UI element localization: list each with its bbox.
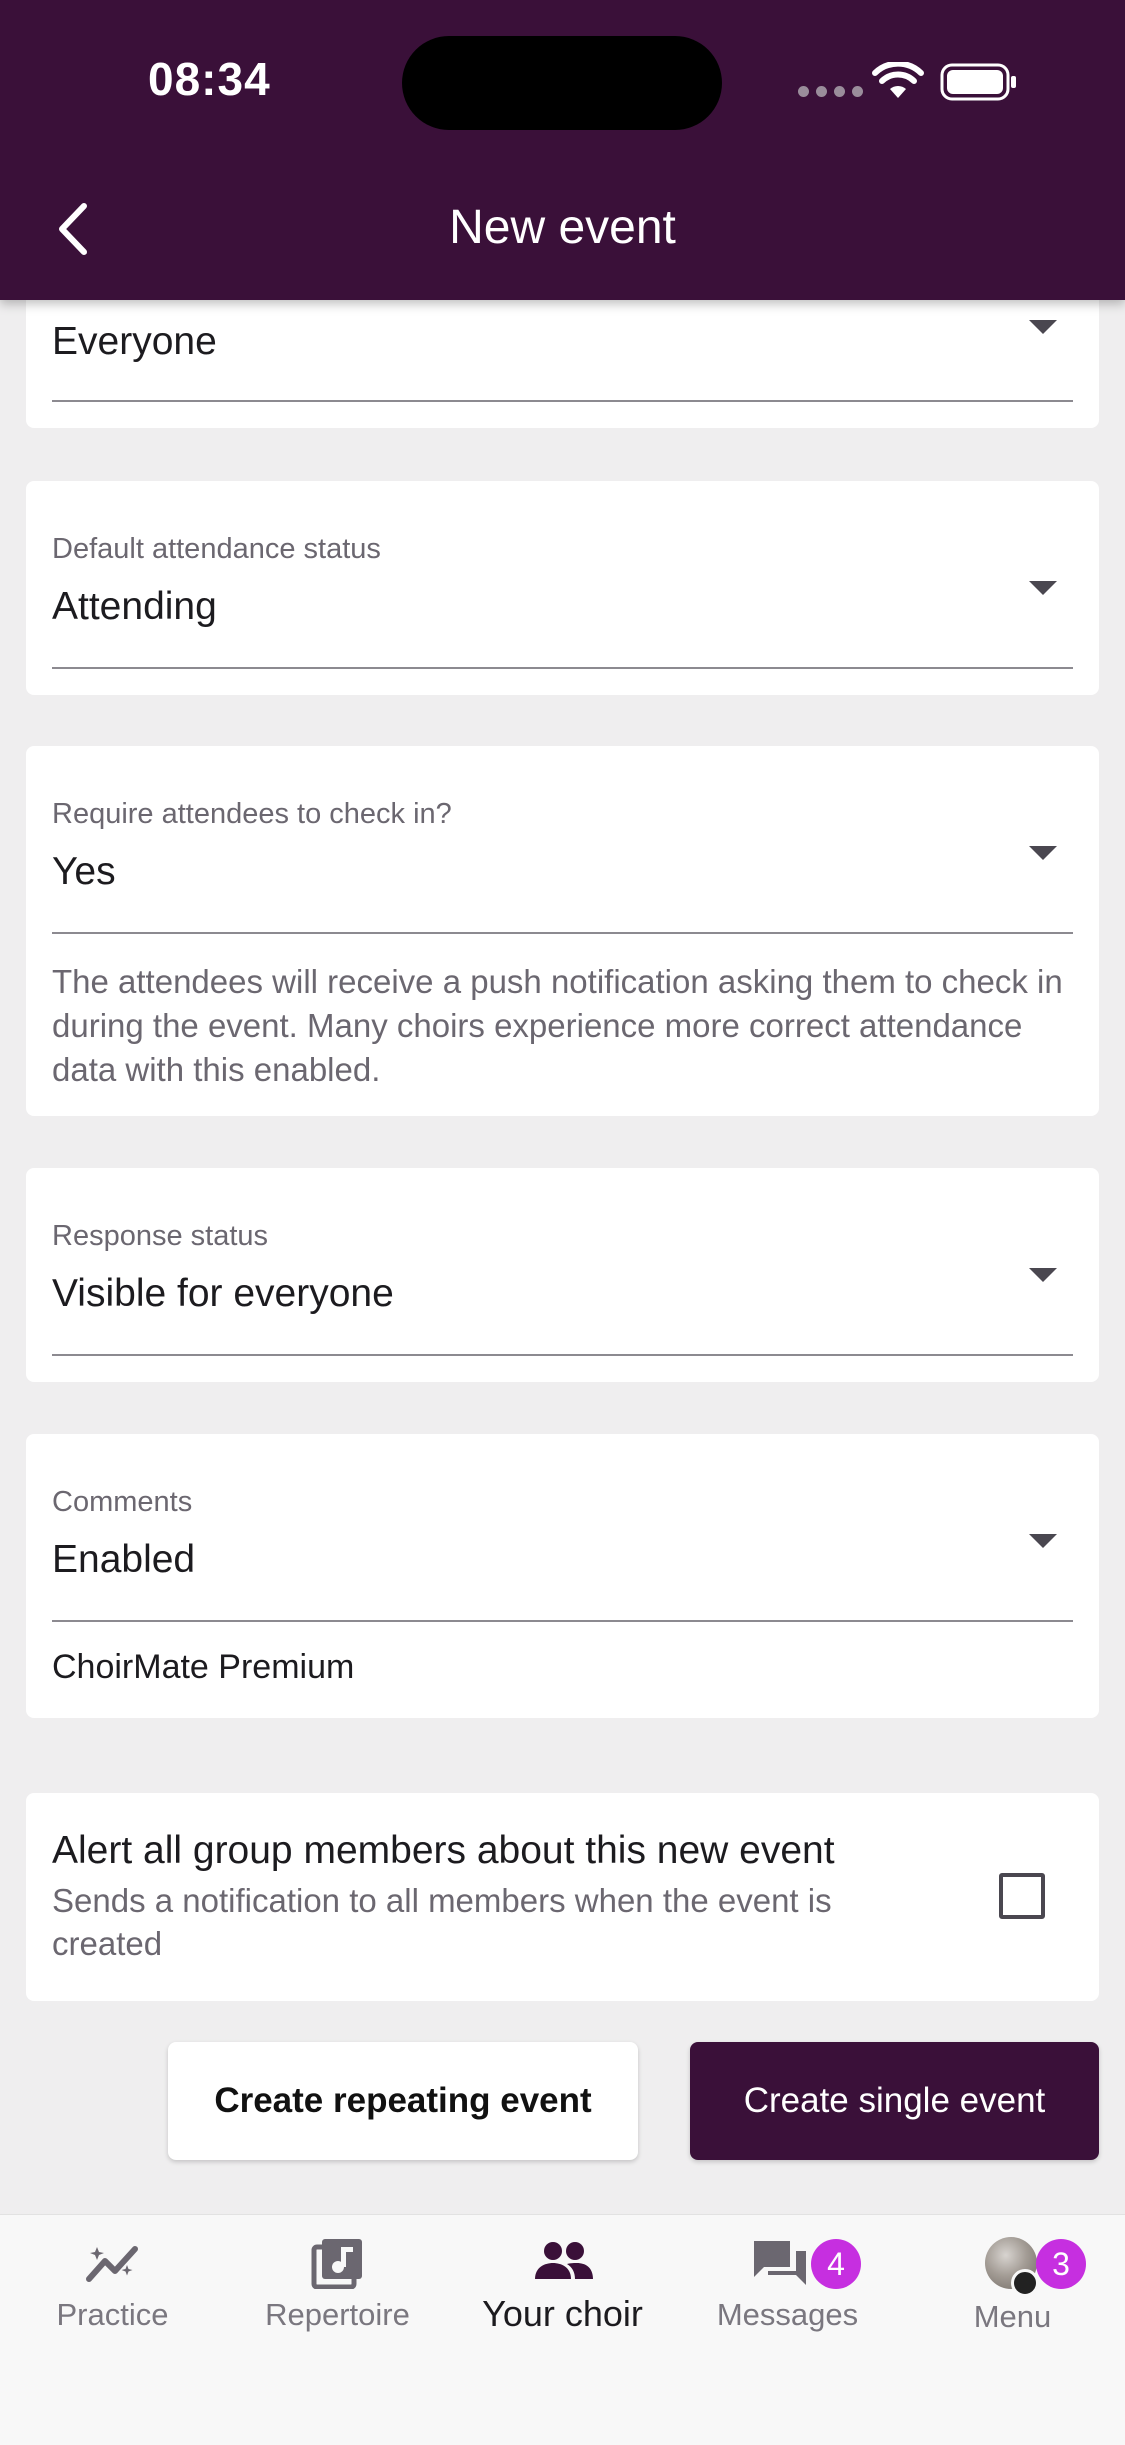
nav-label: Menu	[973, 2299, 1052, 2334]
default-attendance-card: Default attendance status Attending	[26, 481, 1099, 695]
cellular-signal-icon	[798, 86, 863, 97]
music-library-icon	[311, 2239, 362, 2289]
battery-icon	[940, 63, 1016, 101]
avatar	[984, 2237, 1039, 2297]
alert-members-card: Alert all group members about this new e…	[26, 1793, 1099, 2001]
chevron-down-icon	[1029, 320, 1057, 334]
nav-messages[interactable]: 4 Messages	[675, 2215, 900, 2345]
default-attendance-dropdown[interactable]: Default attendance status Attending	[26, 481, 1099, 671]
alert-title: Alert all group members about this new e…	[52, 1829, 835, 1872]
check-in-value: Yes	[52, 850, 116, 893]
response-status-card: Response status Visible for everyone	[26, 1168, 1099, 1382]
nav-label: Practice	[56, 2297, 169, 2332]
check-in-dropdown[interactable]: Require attendees to check in? Yes	[26, 746, 1099, 936]
chevron-down-icon	[1029, 846, 1057, 860]
field-underline	[52, 1620, 1073, 1622]
nav-label: Your choir	[482, 2293, 643, 2334]
trending-chart-icon	[85, 2246, 138, 2282]
default-attendance-value: Attending	[52, 585, 217, 628]
audience-value: Everyone	[52, 320, 217, 363]
response-status-value: Visible for everyone	[52, 1272, 394, 1315]
premium-note: ChoirMate Premium	[52, 1648, 355, 1686]
chat-bubbles-icon	[753, 2241, 806, 2285]
menu-badge: 3	[1036, 2239, 1086, 2289]
check-in-helper-text: The attendees will receive a push notifi…	[52, 963, 1063, 1088]
chevron-down-icon	[1029, 1534, 1057, 1548]
dynamic-island	[402, 36, 722, 130]
status-time: 08:34	[148, 53, 271, 105]
comments-value: Enabled	[52, 1538, 196, 1581]
bottom-navigation: Practice Repertoire Your choir 4 Message…	[0, 2214, 1125, 2445]
nav-your-choir[interactable]: Your choir	[450, 2215, 675, 2345]
nav-label: Repertoire	[265, 2297, 410, 2332]
comments-card: Comments Enabled ChoirMate Premium	[26, 1434, 1099, 1718]
alert-subtitle: Sends a notification to all members when…	[52, 1882, 832, 1962]
chevron-down-icon	[1029, 1268, 1057, 1282]
response-status-label: Response status	[52, 1220, 269, 1252]
check-in-label: Require attendees to check in?	[52, 798, 452, 830]
create-single-event-button[interactable]: Create single event	[690, 2042, 1099, 2160]
field-underline	[52, 1354, 1073, 1356]
nav-practice[interactable]: Practice	[0, 2215, 225, 2345]
menu-lines-icon	[1010, 2269, 1039, 2297]
page-title: New event	[449, 201, 676, 254]
wifi-icon	[872, 62, 924, 98]
group-icon	[534, 2242, 593, 2279]
field-underline	[52, 667, 1073, 669]
audience-card: Everyone	[26, 280, 1099, 428]
comments-dropdown[interactable]: Comments Enabled	[26, 1434, 1099, 1624]
default-attendance-label: Default attendance status	[52, 533, 381, 565]
chevron-down-icon	[1029, 581, 1057, 595]
nav-repertoire[interactable]: Repertoire	[225, 2215, 450, 2345]
field-underline	[52, 400, 1073, 402]
field-underline	[52, 932, 1073, 934]
nav-label: Messages	[716, 2297, 859, 2332]
response-status-dropdown[interactable]: Response status Visible for everyone	[26, 1168, 1099, 1358]
messages-badge: 4	[811, 2239, 861, 2289]
check-in-card: Require attendees to check in? Yes The a…	[26, 746, 1099, 1116]
alert-members-checkbox[interactable]	[999, 1873, 1045, 1919]
create-repeating-event-button[interactable]: Create repeating event	[168, 2042, 638, 2160]
app-header: 08:34 New event	[0, 0, 1125, 300]
comments-label: Comments	[52, 1486, 193, 1518]
nav-menu[interactable]: 3 Menu	[900, 2215, 1125, 2345]
